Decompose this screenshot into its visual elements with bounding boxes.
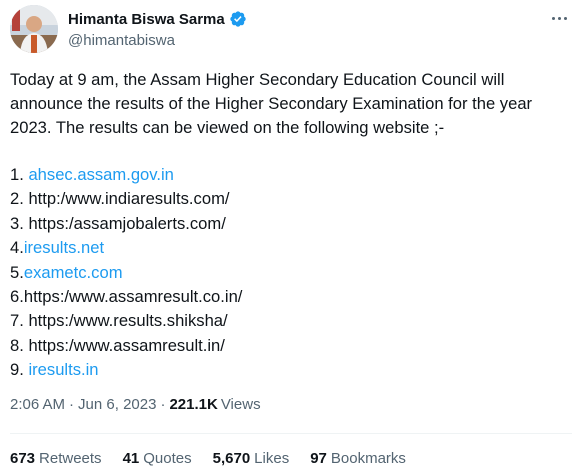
quotes-label: Quotes — [143, 450, 192, 467]
list-text: https:/www.assamresult.co.in/ — [23, 287, 243, 307]
list-number: 3. — [10, 213, 29, 233]
views-label: Views — [220, 396, 261, 413]
list-number: 4. — [10, 238, 24, 258]
views-count: 221.1K — [169, 396, 218, 413]
list-item: 8. https:/www.assamresult.in/ — [10, 334, 570, 358]
engagement-stats: 673 Retweets 41 Quotes 5,670 Likes 97 Bookma… — [10, 450, 427, 467]
bookmarks-count: 97 — [310, 450, 327, 467]
list-number: 2. — [10, 189, 29, 209]
author-name[interactable]: Himanta Biswa Sarma — [68, 11, 225, 28]
list-link[interactable]: iresults.net — [24, 238, 104, 257]
list-item: 5.exametc.com — [10, 261, 570, 285]
list-text: http:/www.indiaresults.com/ — [28, 189, 230, 209]
list-item: 2. http:/www.indiaresults.com/ — [10, 187, 570, 211]
likes-stat[interactable]: 5,670 Likes — [213, 450, 290, 467]
tweet-time[interactable]: 2:06 AM — [10, 396, 65, 413]
list-text: https:/assamjobalerts.com/ — [28, 213, 226, 233]
list-number: 1. — [10, 165, 29, 184]
likes-label: Likes — [254, 450, 290, 467]
meta-separator: · — [160, 396, 166, 413]
retweets-label: Retweets — [39, 450, 102, 467]
list-link[interactable]: exametc.com — [24, 263, 123, 282]
list-link[interactable]: iresults.in — [28, 360, 98, 379]
bookmarks-label: Bookmarks — [330, 450, 406, 467]
list-number: 9. — [10, 360, 29, 380]
list-item: 3. https:/assamjobalerts.com/ — [10, 212, 570, 236]
avatar[interactable] — [10, 5, 58, 53]
quotes-stat[interactable]: 41 Quotes — [123, 450, 192, 467]
list-link[interactable]: ahsec.assam.gov.in — [28, 165, 173, 184]
list-item: 9. iresults.in — [10, 358, 570, 382]
list-number: 6. — [10, 287, 24, 307]
likes-count: 5,670 — [212, 450, 251, 467]
tweet-meta: 2:06 AM · Jun 6, 2023 · 221.1K Views — [10, 396, 261, 413]
retweets-count: 673 — [10, 450, 36, 467]
list-text: https:/www.results.shiksha/ — [28, 311, 228, 331]
retweets-stat[interactable]: 673 Retweets — [10, 450, 102, 467]
list-text: https:/www.assamresult.in/ — [28, 335, 225, 355]
list-item: 6.https:/www.assamresult.co.in/ — [10, 285, 570, 309]
tweet-paragraph: Today at 9 am, the Assam Higher Secondar… — [10, 70, 533, 137]
verified-badge-icon — [230, 11, 246, 27]
list-number: 7. — [10, 311, 29, 331]
meta-separator: · — [69, 396, 75, 413]
list-item: 7. https:/www.results.shiksha/ — [10, 309, 570, 333]
list-number: 5. — [10, 262, 24, 282]
list-number: 8. — [10, 335, 29, 355]
list-item: 4.iresults.net — [10, 236, 570, 260]
tweet-header: Himanta Biswa Sarma @himantabiswa — [10, 5, 572, 57]
bookmarks-stat[interactable]: 97 Bookmarks — [310, 450, 406, 467]
tweet-text: Today at 9 am, the Assam Higher Secondar… — [10, 68, 570, 140]
quotes-count: 41 — [122, 450, 140, 467]
more-horizontal-icon[interactable] — [548, 7, 570, 29]
author-name-row[interactable]: Himanta Biswa Sarma — [68, 10, 247, 28]
website-list: 1. ahsec.assam.gov.in 2. http:/www.india… — [10, 163, 570, 383]
list-item: 1. ahsec.assam.gov.in — [10, 163, 570, 187]
divider — [10, 433, 572, 434]
tweet-date[interactable]: Jun 6, 2023 — [78, 396, 156, 413]
author-handle[interactable]: @himantabiswa — [68, 32, 175, 49]
